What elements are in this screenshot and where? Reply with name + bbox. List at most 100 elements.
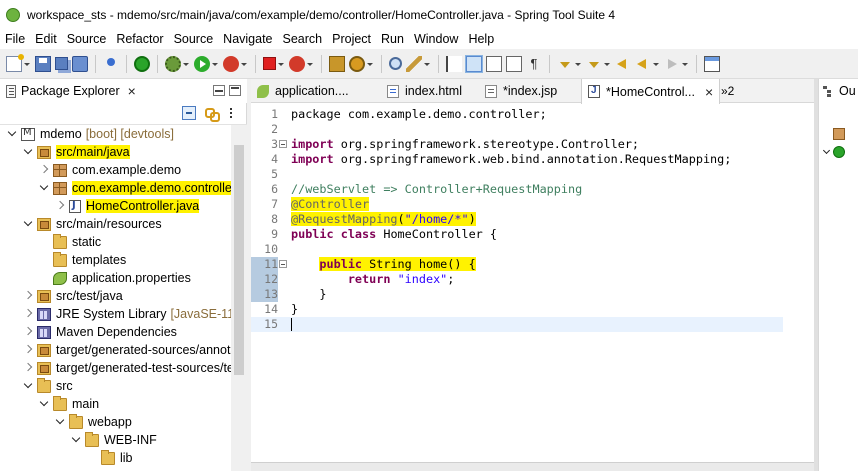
code-line[interactable]: 4 import org.springframework.web.bind.ann… (251, 152, 783, 167)
tree-item[interactable]: src/main/java (0, 143, 231, 161)
close-icon[interactable]: × (128, 84, 136, 98)
tree-item[interactable]: lib (0, 449, 231, 467)
last-edit-location-icon[interactable] (615, 56, 631, 72)
tree-item[interactable]: static (0, 233, 231, 251)
new-package-icon[interactable] (329, 55, 345, 72)
collapse-icon[interactable] (70, 431, 82, 449)
run-icon[interactable] (194, 55, 210, 72)
menu-search[interactable]: Search (278, 29, 328, 49)
expand-icon[interactable] (22, 287, 34, 305)
package-explorer-tab[interactable]: Package Explorer × (0, 79, 142, 103)
tree-item[interactable]: src (0, 377, 231, 395)
editor-tab[interactable]: application.... (251, 79, 355, 103)
code-line[interactable]: 13 } (251, 287, 783, 302)
code-line[interactable]: 12 return "index"; (251, 272, 783, 287)
code-line[interactable]: 7 @Controller (251, 197, 783, 212)
stop-dropdown-icon[interactable] (278, 56, 284, 72)
previous-annotation-dropdown-icon[interactable] (604, 56, 610, 72)
expand-icon[interactable] (22, 305, 34, 323)
menu-file[interactable]: File (0, 29, 30, 49)
next-annotation-dropdown-icon[interactable] (575, 56, 581, 72)
collapse-icon[interactable] (38, 179, 50, 197)
back-dropdown-icon[interactable] (653, 56, 659, 72)
next-annotation-icon[interactable] (557, 56, 573, 72)
menu-run[interactable]: Run (376, 29, 409, 49)
menu-source[interactable]: Source (169, 29, 219, 49)
expand-icon[interactable] (22, 341, 34, 359)
menu-source[interactable]: Source (62, 29, 112, 49)
menu-project[interactable]: Project (327, 29, 376, 49)
mark-occurrences-icon[interactable] (465, 54, 483, 73)
save-icon[interactable] (35, 55, 51, 72)
new-icon[interactable] (6, 53, 24, 72)
code-line[interactable]: 11 public String home() { (251, 257, 783, 272)
code-line[interactable]: 1 package com.example.demo.controller; (251, 107, 783, 122)
open-task-dropdown-icon[interactable] (424, 56, 430, 72)
show-whitespace-icon[interactable]: ¶ (526, 56, 542, 72)
expand-icon[interactable] (823, 143, 831, 161)
tree-item[interactable]: src/main/resources (0, 215, 231, 233)
back-icon[interactable] (635, 56, 651, 72)
scrollbar-thumb[interactable] (234, 145, 244, 375)
code-line[interactable]: 14} (251, 302, 783, 317)
forward-dropdown-icon[interactable] (682, 56, 688, 72)
tree-item[interactable]: src/test/java (0, 287, 231, 305)
relaunch-dropdown-icon[interactable] (307, 56, 313, 72)
maximize-icon[interactable] (229, 85, 241, 96)
tree-item[interactable]: mdemo[boot] [devtools] (0, 125, 231, 143)
menu-window[interactable]: Window (409, 29, 463, 49)
editor-tab[interactable]: *index.jsp (479, 79, 563, 103)
tab-overflow-button[interactable]: »2 (721, 84, 734, 98)
debug-icon[interactable] (165, 55, 181, 72)
minimize-icon[interactable] (213, 85, 225, 96)
new-class-icon[interactable] (349, 55, 365, 72)
tree-item[interactable]: templates (0, 251, 231, 269)
previous-annotation-icon[interactable] (586, 56, 602, 72)
code-line[interactable]: 15 (251, 317, 783, 332)
tree-item[interactable]: target/generated-sources/annota (0, 341, 231, 359)
tree-item[interactable]: com.example.demo.controller (0, 179, 231, 197)
expand-icon[interactable] (38, 161, 50, 179)
outline-class-row[interactable] (823, 143, 858, 161)
menu-edit[interactable]: Edit (30, 29, 62, 49)
new-dropdown-icon[interactable] (24, 56, 30, 72)
toggle-breadcrumb-icon[interactable] (446, 55, 462, 72)
expand-icon[interactable] (54, 197, 66, 215)
code-editor[interactable]: 1 package com.example.demo.controller; 2 3 i… (251, 104, 814, 459)
external-tools-dropdown-icon[interactable] (241, 56, 247, 72)
tree-item[interactable]: com.example.demo (0, 161, 231, 179)
relaunch-icon[interactable] (289, 55, 305, 72)
tree-item[interactable]: Maven Dependencies (0, 323, 231, 341)
link-with-editor-icon[interactable] (204, 106, 220, 122)
tree-item[interactable]: JRE System Library [JavaSE-11] (0, 305, 231, 323)
stop-icon[interactable] (263, 57, 276, 70)
open-task-icon[interactable] (406, 55, 422, 72)
new-class-dropdown-icon[interactable] (367, 56, 373, 72)
run-dropdown-icon[interactable] (212, 56, 218, 72)
code-line[interactable]: 8 @RequestMapping("/home/*") (251, 212, 783, 227)
close-icon[interactable]: × (705, 85, 713, 99)
pin-icon[interactable] (103, 56, 119, 72)
collapse-all-icon[interactable] (182, 106, 196, 120)
menu-help[interactable]: Help (463, 29, 499, 49)
word-wrap-icon[interactable] (506, 55, 522, 72)
print-icon[interactable] (72, 55, 88, 72)
view-menu-icon[interactable] (224, 106, 238, 120)
outline-package-row[interactable] (823, 125, 858, 143)
collapse-icon[interactable] (22, 143, 34, 161)
collapse-icon[interactable] (22, 215, 34, 233)
collapse-icon[interactable] (22, 377, 34, 395)
code-line[interactable]: 5 (251, 167, 783, 182)
code-line[interactable]: 9 public class HomeController { (251, 227, 783, 242)
code-line[interactable]: 2 (251, 122, 783, 137)
outline-tab[interactable]: Ou (819, 79, 858, 103)
menu-navigate[interactable]: Navigate (218, 29, 277, 49)
editor-tab[interactable]: *HomeControl... × (581, 79, 721, 104)
menu-refactor[interactable]: Refactor (111, 29, 168, 49)
open-type-icon[interactable] (389, 57, 402, 70)
tree-item[interactable]: HomeController.java (0, 197, 231, 215)
collapse-icon[interactable] (6, 125, 18, 143)
collapse-icon[interactable] (54, 413, 66, 431)
debug-dropdown-icon[interactable] (183, 56, 189, 72)
save-all-icon[interactable] (55, 57, 68, 70)
